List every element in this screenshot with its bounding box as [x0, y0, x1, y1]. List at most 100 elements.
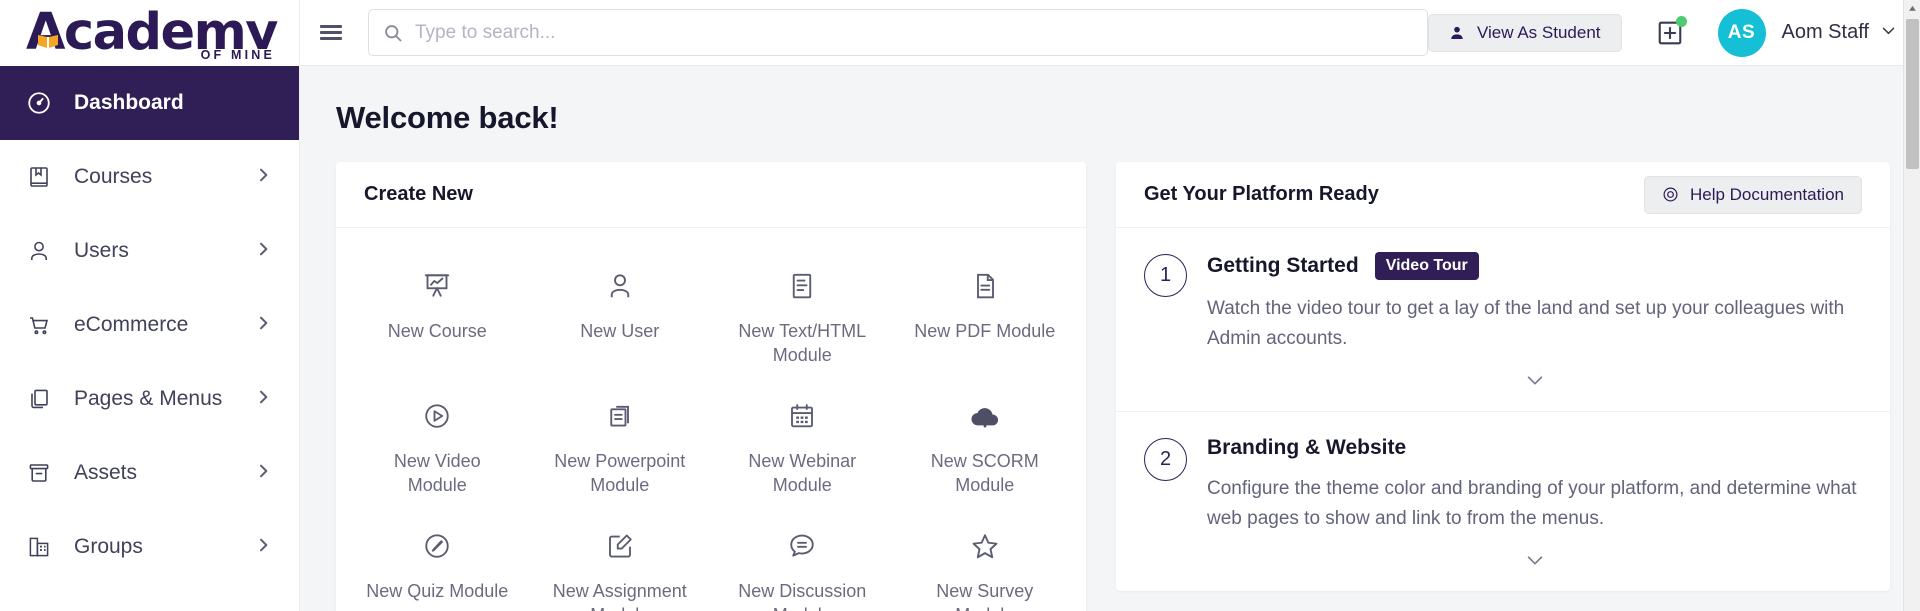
chevron-right-icon: [255, 313, 271, 337]
chevron-right-icon: [255, 461, 271, 485]
logo-mark: Academy OF MINE: [22, 7, 277, 58]
tile-new-quiz-module[interactable]: New Quiz Module: [346, 512, 529, 611]
search-bar[interactable]: [368, 9, 1428, 56]
tile-new-pdf-module[interactable]: New PDF Module: [894, 252, 1077, 378]
copy-icon: [24, 387, 54, 411]
tile-new-assignment-module[interactable]: New Assignment Module: [529, 512, 712, 611]
chevron-right-icon: [255, 387, 271, 411]
app-root: Academy OF MINE: [0, 0, 1920, 611]
tile-new-powerpoint-module[interactable]: New Powerpoint Module: [529, 382, 712, 508]
hamburger-icon[interactable]: [300, 0, 362, 66]
tile-label: New Powerpoint Module: [545, 450, 695, 498]
sidebar-item-courses[interactable]: Courses: [0, 140, 299, 214]
video-tour-badge[interactable]: Video Tour: [1375, 252, 1479, 280]
tile-new-scorm-module[interactable]: New SCORM Module: [894, 382, 1077, 508]
chevron-down-icon: [1524, 369, 1546, 391]
play-circle-icon: [422, 396, 452, 436]
sidebar-item-label: Dashboard: [74, 91, 271, 115]
create-new-card: Create New: [336, 162, 1086, 611]
presentation-chart-icon: [422, 266, 452, 306]
calendar-icon: [787, 396, 817, 436]
tile-new-course[interactable]: New Course: [346, 252, 529, 378]
avatar[interactable]: AS: [1718, 9, 1766, 57]
speedometer-icon: [24, 90, 54, 116]
document-lines-icon: [787, 266, 817, 306]
slides-icon: [605, 396, 635, 436]
archive-icon: [24, 461, 54, 485]
tile-new-webinar-module[interactable]: New Webinar Module: [711, 382, 894, 508]
step-description: Watch the video tour to get a lay of the…: [1207, 294, 1862, 355]
edit-square-icon: [605, 526, 635, 566]
building-icon: [24, 535, 54, 559]
book-icon: [24, 165, 54, 189]
brand-logo[interactable]: Academy OF MINE: [0, 0, 300, 66]
user-icon: [24, 239, 54, 263]
sidebar-item-label: Assets: [74, 461, 255, 485]
tile-new-video-module[interactable]: New Video Module: [346, 382, 529, 508]
sidebar-item-users[interactable]: Users: [0, 214, 299, 288]
page-title: Welcome back!: [336, 66, 1890, 162]
tile-label: New Assignment Module: [545, 580, 695, 611]
tile-new-text-html-module[interactable]: New Text/HTML Module: [711, 252, 894, 378]
dashboard-cards: Create New: [336, 162, 1890, 611]
view-as-student-label: View As Student: [1477, 23, 1601, 43]
chevron-up-icon: [1908, 4, 1917, 13]
create-new-grid: New Course New User: [336, 228, 1086, 611]
hamburger-bar: [320, 37, 342, 40]
step-body: Getting Started Video Tour Watch the vid…: [1207, 252, 1862, 401]
sidebar-item-label: Groups: [74, 535, 255, 559]
body-row: Dashboard Courses: [0, 66, 1920, 611]
tile-label: New SCORM Module: [910, 450, 1060, 498]
tile-label: New PDF Module: [914, 320, 1055, 344]
search-icon: [383, 23, 403, 43]
step-title-row: Getting Started Video Tour: [1207, 252, 1862, 280]
sidebar-item-label: Users: [74, 239, 255, 263]
tile-new-survey-module[interactable]: New Survey Module: [894, 512, 1077, 611]
scrollbar-up-arrow[interactable]: [1904, 0, 1920, 17]
step-number: 2: [1144, 438, 1187, 481]
chevron-down-icon: [1524, 549, 1546, 571]
sidebar-item-groups[interactable]: Groups: [0, 510, 299, 584]
cloud-upload-icon: [969, 396, 1001, 436]
sidebar-item-assets[interactable]: Assets: [0, 436, 299, 510]
tile-new-user[interactable]: New User: [529, 252, 712, 378]
chat-bubble-icon: [787, 526, 817, 566]
file-text-icon: [970, 266, 1000, 306]
user-icon: [1449, 25, 1465, 41]
step-title: Getting Started: [1207, 254, 1359, 278]
chevron-down-icon[interactable]: [1880, 22, 1897, 44]
tile-label: New Quiz Module: [366, 580, 508, 604]
page-scrollbar[interactable]: [1903, 0, 1920, 611]
user-icon: [605, 266, 635, 306]
pen-circle-icon: [422, 526, 452, 566]
hamburger-bar: [320, 25, 342, 28]
help-documentation-button[interactable]: Help Documentation: [1644, 176, 1862, 214]
lifebuoy-icon: [1662, 186, 1679, 203]
notification-dot: [1676, 16, 1687, 27]
step-title-row: Branding & Website: [1207, 436, 1862, 460]
main-content: Welcome back! Create New: [300, 66, 1920, 611]
add-new-button[interactable]: [1656, 19, 1684, 47]
scrollbar-thumb[interactable]: [1906, 19, 1919, 169]
create-new-header: Create New: [336, 162, 1086, 228]
chevron-right-icon: [255, 165, 271, 189]
top-bar: Academy OF MINE: [0, 0, 1920, 66]
tile-label: New Discussion Module: [727, 580, 877, 611]
chevron-right-icon: [255, 535, 271, 559]
tile-new-discussion-module[interactable]: New Discussion Module: [711, 512, 894, 611]
tile-label: New Webinar Module: [727, 450, 877, 498]
sidebar-item-pages-menus[interactable]: Pages & Menus: [0, 362, 299, 436]
step-title: Branding & Website: [1207, 436, 1406, 460]
sidebar-item-dashboard[interactable]: Dashboard: [0, 66, 299, 140]
user-name-label[interactable]: Aom Staff: [1782, 21, 1869, 44]
view-as-student-button[interactable]: View As Student: [1428, 14, 1622, 52]
sidebar-item-label: Courses: [74, 165, 255, 189]
platform-ready-card: Get Your Platform Ready Help Documentati…: [1116, 162, 1890, 591]
star-icon: [970, 526, 1000, 566]
sidebar-item-ecommerce[interactable]: eCommerce: [0, 288, 299, 362]
search-input[interactable]: [415, 22, 1413, 44]
step-expand-toggle[interactable]: [1207, 535, 1862, 581]
create-new-title: Create New: [364, 183, 473, 206]
step-expand-toggle[interactable]: [1207, 355, 1862, 401]
sidebar-item-label: eCommerce: [74, 313, 255, 337]
